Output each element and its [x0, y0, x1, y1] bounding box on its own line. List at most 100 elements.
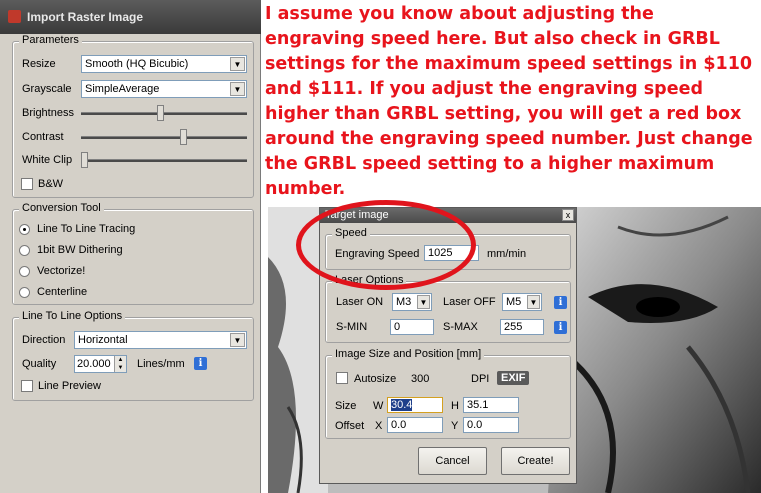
direction-value: Horizontal	[78, 334, 128, 346]
conversion-tool-group: Conversion Tool Line To Line Tracing 1bi…	[12, 202, 254, 305]
offset-label: Offset	[335, 420, 365, 432]
laser-off-label: Laser OFF	[443, 296, 496, 308]
title-bar: Import Raster Image	[0, 0, 261, 34]
slider-track	[81, 136, 247, 139]
width-label: W	[373, 400, 384, 412]
chevron-down-icon[interactable]: ▼	[527, 295, 540, 309]
annotation-text: I assume you know about adjusting the en…	[265, 4, 753, 199]
dialog-title: Target image	[325, 209, 389, 221]
laser-on-dropdown[interactable]: M3 ▼	[392, 293, 432, 311]
quality-label: Quality	[22, 358, 57, 370]
target-image-dialog: Target image x Speed Engraving Speed 102…	[319, 207, 577, 484]
resize-dropdown[interactable]: Smooth (HQ Bicubic) ▼	[81, 55, 247, 73]
slider-track	[81, 159, 247, 162]
direction-label: Direction	[22, 334, 66, 346]
width-value: 30.4	[391, 399, 413, 411]
chevron-down-icon[interactable]: ▼	[230, 82, 245, 96]
stepper-arrows-icon[interactable]: ▲ ▼	[114, 356, 126, 372]
option-centerline[interactable]: Centerline	[37, 286, 87, 298]
speed-group: Speed Engraving Speed 1025 mm/min	[325, 227, 571, 270]
autosize-checkbox[interactable]	[336, 372, 348, 384]
parameters-legend: Parameters	[19, 34, 82, 46]
radio-bw-dithering[interactable]	[19, 245, 30, 256]
brightness-label: Brightness	[22, 107, 74, 119]
radio-centerline[interactable]	[19, 287, 30, 298]
import-raster-window: Import Raster Image Parameters Resize Sm…	[0, 0, 261, 493]
brightness-slider[interactable]	[81, 105, 247, 121]
slider-thumb[interactable]	[157, 105, 164, 121]
y-label: Y	[451, 420, 459, 432]
laser-on-value: M3	[396, 296, 412, 308]
slider-thumb[interactable]	[180, 129, 187, 145]
exif-button[interactable]: EXIF	[497, 371, 530, 385]
whiteclip-label: White Clip	[22, 154, 73, 166]
quality-stepper[interactable]: 20.000 ▲ ▼	[74, 355, 127, 373]
dpi-label: DPI	[471, 373, 490, 385]
contrast-slider[interactable]	[81, 129, 247, 145]
resize-label: Resize	[22, 58, 56, 70]
close-icon[interactable]: x	[562, 209, 574, 221]
line-options-legend: Line To Line Options	[19, 310, 126, 322]
size-label: Size	[335, 400, 357, 412]
engraving-speed-value: 1025	[428, 247, 453, 259]
cancel-button[interactable]: Cancel	[418, 447, 487, 475]
window-title: Import Raster Image	[27, 10, 144, 24]
parameters-group: Parameters Resize Smooth (HQ Bicubic) ▼ …	[12, 34, 254, 198]
smin-label: S-MIN	[336, 321, 368, 333]
quality-unit: Lines/mm	[137, 358, 185, 370]
height-label: H	[451, 400, 459, 412]
smax-input[interactable]: 255	[500, 319, 544, 335]
laser-options-legend: Laser Options	[332, 274, 407, 286]
engraving-speed-input[interactable]: 1025	[424, 245, 479, 261]
x-label: X	[375, 420, 383, 432]
width-input[interactable]: 30.4	[387, 397, 443, 413]
direction-dropdown[interactable]: Horizontal ▼	[74, 331, 247, 349]
option-line-to-line[interactable]: Line To Line Tracing	[37, 223, 135, 235]
smin-value: 0	[394, 321, 401, 333]
smax-value: 255	[504, 321, 523, 333]
app-icon	[8, 10, 21, 23]
slider-thumb[interactable]	[81, 152, 88, 168]
option-vectorize[interactable]: Vectorize!	[37, 265, 85, 277]
option-bw-dithering[interactable]: 1bit BW Dithering	[37, 244, 123, 256]
bw-checkbox[interactable]	[21, 178, 33, 190]
info-icon[interactable]: i	[554, 296, 567, 309]
create-button[interactable]: Create!	[501, 447, 570, 475]
y-input[interactable]: 0.0	[463, 417, 519, 433]
x-value: 0.0	[391, 419, 407, 431]
resize-value: Smooth (HQ Bicubic)	[85, 58, 189, 70]
height-value: 35.1	[467, 399, 489, 411]
quality-value: 20.000	[77, 358, 111, 370]
line-options-group: Line To Line Options Direction Horizonta…	[12, 310, 254, 401]
laser-on-label: Laser ON	[336, 296, 384, 308]
smin-input[interactable]: 0	[390, 319, 434, 335]
bw-label: B&W	[38, 178, 64, 190]
y-value: 0.0	[467, 419, 483, 431]
chevron-down-icon[interactable]: ▼	[417, 295, 430, 309]
dpi-value: 300	[411, 373, 430, 385]
height-input[interactable]: 35.1	[463, 397, 519, 413]
speed-legend: Speed	[332, 227, 370, 239]
engraving-speed-label: Engraving Speed	[335, 248, 420, 260]
whiteclip-slider[interactable]	[81, 152, 247, 168]
contrast-label: Contrast	[22, 131, 64, 143]
slider-track	[81, 112, 247, 115]
line-preview-checkbox[interactable]	[21, 380, 33, 392]
radio-line-to-line[interactable]	[19, 224, 30, 235]
image-size-legend: Image Size and Position [mm]	[332, 348, 485, 360]
grayscale-label: Grayscale	[22, 83, 72, 95]
chevron-down-icon[interactable]: ▼	[230, 333, 245, 347]
conversion-legend: Conversion Tool	[19, 202, 104, 214]
x-input[interactable]: 0.0	[387, 417, 443, 433]
radio-vectorize[interactable]	[19, 266, 30, 277]
autosize-label: Autosize	[354, 373, 397, 385]
grayscale-dropdown[interactable]: SimpleAverage ▼	[81, 80, 247, 98]
chevron-down-icon[interactable]: ▼	[230, 57, 245, 71]
laser-off-value: M5	[506, 296, 522, 308]
speed-unit: mm/min	[487, 248, 527, 260]
laser-options-group: Laser Options Laser ON M3 ▼ Laser OFF M5…	[325, 274, 571, 343]
info-icon[interactable]: i	[554, 321, 567, 334]
info-icon[interactable]: i	[194, 357, 207, 370]
laser-off-dropdown[interactable]: M5 ▼	[502, 293, 542, 311]
smax-label: S-MAX	[443, 321, 478, 333]
